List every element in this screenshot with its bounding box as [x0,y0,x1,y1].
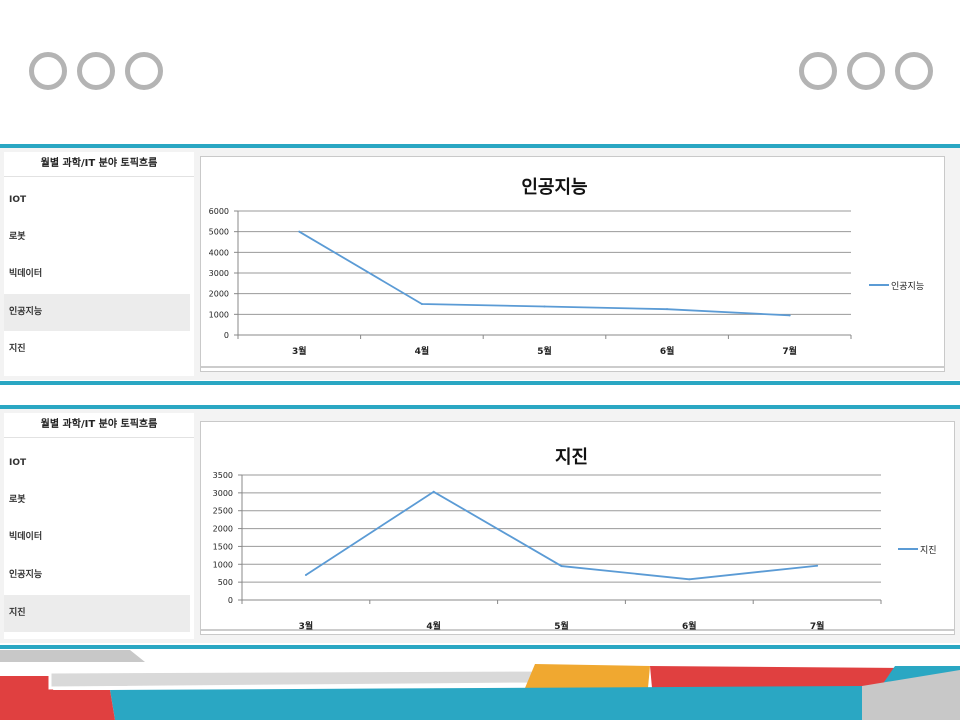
data-point [816,564,819,567]
panel1-bottom-divider [0,381,960,385]
data-point [688,578,691,581]
decor-circle-icon [895,52,933,90]
y-tick-label: 2000 [209,290,229,299]
sidebar-item-bigdata[interactable]: 빅데이터 [4,519,190,556]
y-tick-label: 2000 [213,525,233,534]
panel-ai: 월별 과학/IT 분야 토픽흐름 IOT 로봇 빅데이터 인공지능 지진 인공지… [0,148,960,380]
chart-earthquake-svg: 지진05001000150020002500300035003월 4월 5월 6월 7월… [201,447,954,632]
chart-ai: 인공지능 0 1000 2000 3000 4000 5000 6000 3월 4월 5월 6월 7월 인… [200,156,945,372]
y-tick-label: 3500 [213,471,233,480]
decor-circle-icon [847,52,885,90]
chart-earthquake: 지진 0 500 1000 1500 2000 2500 3000 3500 3월 4월 5월 6월 7월… [200,421,955,635]
data-point [304,574,307,576]
data-point [788,314,791,317]
y-tick-label: 1000 [213,560,233,569]
y-tick-label: 6000 [209,207,229,216]
sidebar-item-ai[interactable]: 인공지능 [4,557,190,594]
legend-label: 지진 [920,545,937,556]
y-tick-label: 1000 [209,310,229,319]
y-tick-label: 4000 [209,248,229,257]
x-tick-label: 4월 [415,345,430,357]
x-tick-label: 3월 [292,345,307,357]
y-tick-label: 3000 [213,489,233,498]
sidebar-title: 월별 과학/IT 분야 토픽흐름 [4,152,194,177]
y-tick-label: 5000 [209,228,229,237]
sidebar-item-robot[interactable]: 로봇 [4,482,190,519]
sidebar-title: 월별 과학/IT 분야 토픽흐름 [4,413,194,438]
chart-title: 인공지능 [521,177,587,198]
data-point [420,303,423,305]
y-tick-label: 3000 [209,269,229,278]
data-point [432,490,435,493]
sidebar-item-earthquake[interactable]: 지진 [4,595,190,632]
series-line [298,230,790,317]
sidebar-item-ai[interactable]: 인공지능 [4,294,190,331]
y-tick-label: 1500 [213,542,233,551]
chart-title: 지진 [555,447,588,468]
sidebar-item-earthquake[interactable]: 지진 [4,331,190,368]
sidebar-item-bigdata[interactable]: 빅데이터 [4,256,190,293]
y-tick-label: 500 [218,578,233,587]
sidebar-item-iot[interactable]: IOT [4,445,190,482]
decor-circle-icon [799,52,837,90]
panel-earthquake: 월별 과학/IT 분야 토픽흐름 IOT 로봇 빅데이터 인공지능 지진 지진 0… [0,409,960,643]
sidebar-item-robot[interactable]: 로봇 [4,219,190,256]
y-tick-label: 0 [224,331,229,340]
y-tick-label: 0 [228,596,233,605]
data-point [543,305,546,308]
decor-circle-icon [77,52,115,90]
legend-label: 인공지능 [891,281,924,292]
decor-circle-icon [125,52,163,90]
decor-circle-icon [29,52,67,90]
x-tick-label: 5월 [537,345,552,357]
y-tick-label: 2500 [213,507,233,516]
data-point [560,565,563,568]
data-point [298,230,301,233]
data-point [666,308,669,311]
footer-decoration [0,650,960,720]
chart-ai-svg: 인공지능 0 1000 2000 3000 4000 5000 6000 3월 4월 5월 6월 7월 인… [201,177,944,368]
x-tick-label: 7월 [782,345,797,357]
x-tick-label: 6월 [660,345,675,357]
sidebar-item-iot[interactable]: IOT [4,182,190,219]
